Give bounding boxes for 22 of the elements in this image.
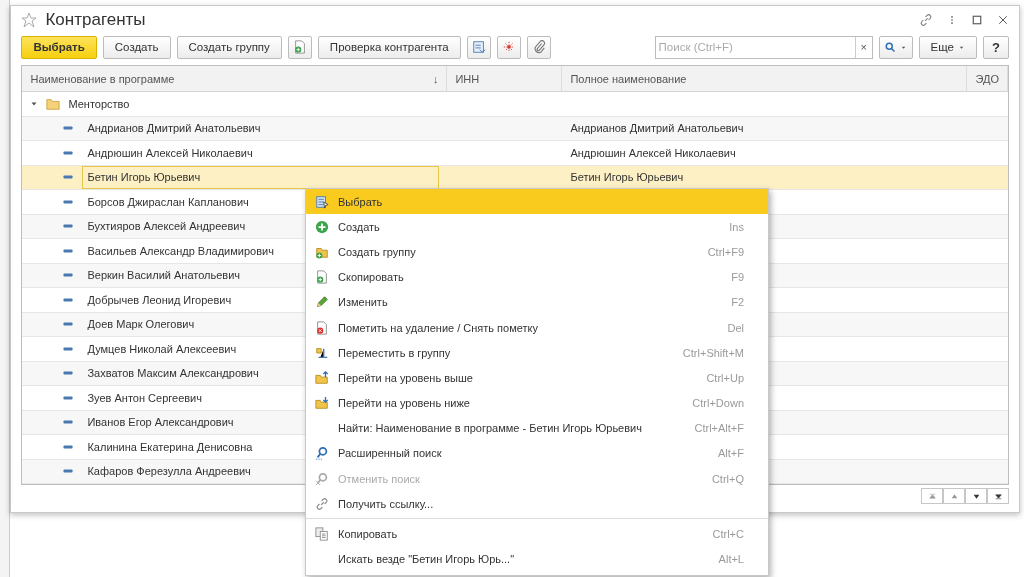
table-cell: Веркин Василий Анатольевич bbox=[87, 269, 241, 282]
column-title: Наименование в программе bbox=[30, 72, 175, 85]
window-title: Контрагенты bbox=[45, 10, 147, 30]
table-cell: Иванов Егор Александрович bbox=[87, 416, 234, 429]
table-cell: Андрианов Дмитрий Анатольевич bbox=[570, 122, 744, 135]
table-cell: Захватов Максим Александрович bbox=[87, 367, 259, 380]
table-cell: Калинина Екатерина Денисовна bbox=[87, 440, 253, 453]
table-cell: Андрюшин Алексей Николаевич bbox=[570, 146, 736, 159]
table-cell: Добрычев Леонид Игоревич bbox=[87, 293, 232, 306]
group-name: Менторство bbox=[68, 97, 130, 110]
table-cell: Андрюшин Алексей Николаевич bbox=[87, 146, 253, 159]
table-cell: Бухтияров Алексей Андреевич bbox=[87, 220, 246, 233]
sort-mark: ↓ bbox=[432, 72, 439, 85]
table-cell: Борсов Джираслан Капланович bbox=[87, 195, 249, 208]
table-cell: Васильев Александр Владимирович bbox=[87, 244, 274, 257]
table-cell: Зуев Антон Сергеевич bbox=[87, 391, 202, 404]
table-cell: Андрианов Дмитрий Анатольевич bbox=[87, 122, 261, 135]
table-cell: Кафаров Ферезулла Андреевич bbox=[87, 465, 251, 478]
table-cell: Думцев Николай Алексеевич bbox=[87, 342, 237, 355]
table-cell: Доев Марк Олегович bbox=[87, 318, 195, 331]
table-cell: Бетин Игорь Юрьевич bbox=[87, 171, 201, 184]
table-cell: Бетин Игорь Юрьевич bbox=[570, 171, 684, 184]
